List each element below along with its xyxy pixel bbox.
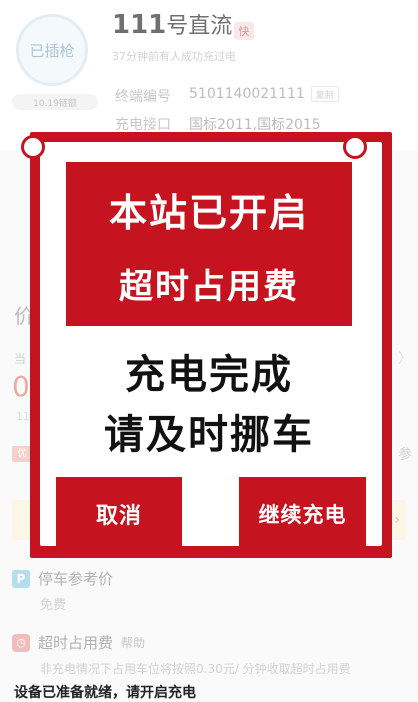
banner-line-1: 本站已开启 [108,191,309,235]
dialog-banner: 本站已开启 超时占用费 [66,162,352,326]
left-ring-decoration [21,135,45,159]
device-status-text: 设备已准备就绪，请开启充电 [14,685,196,701]
dialog-message-line-1: 充电完成 [125,352,293,398]
cancel-button[interactable]: 取消 [56,477,182,550]
right-ring-decoration [343,135,367,159]
banner-line-2: 超时占用费 [119,267,299,307]
continue-charging-button[interactable]: 继续充电 [239,477,366,550]
dialog-message-line-2: 请及时挪车 [104,412,314,458]
